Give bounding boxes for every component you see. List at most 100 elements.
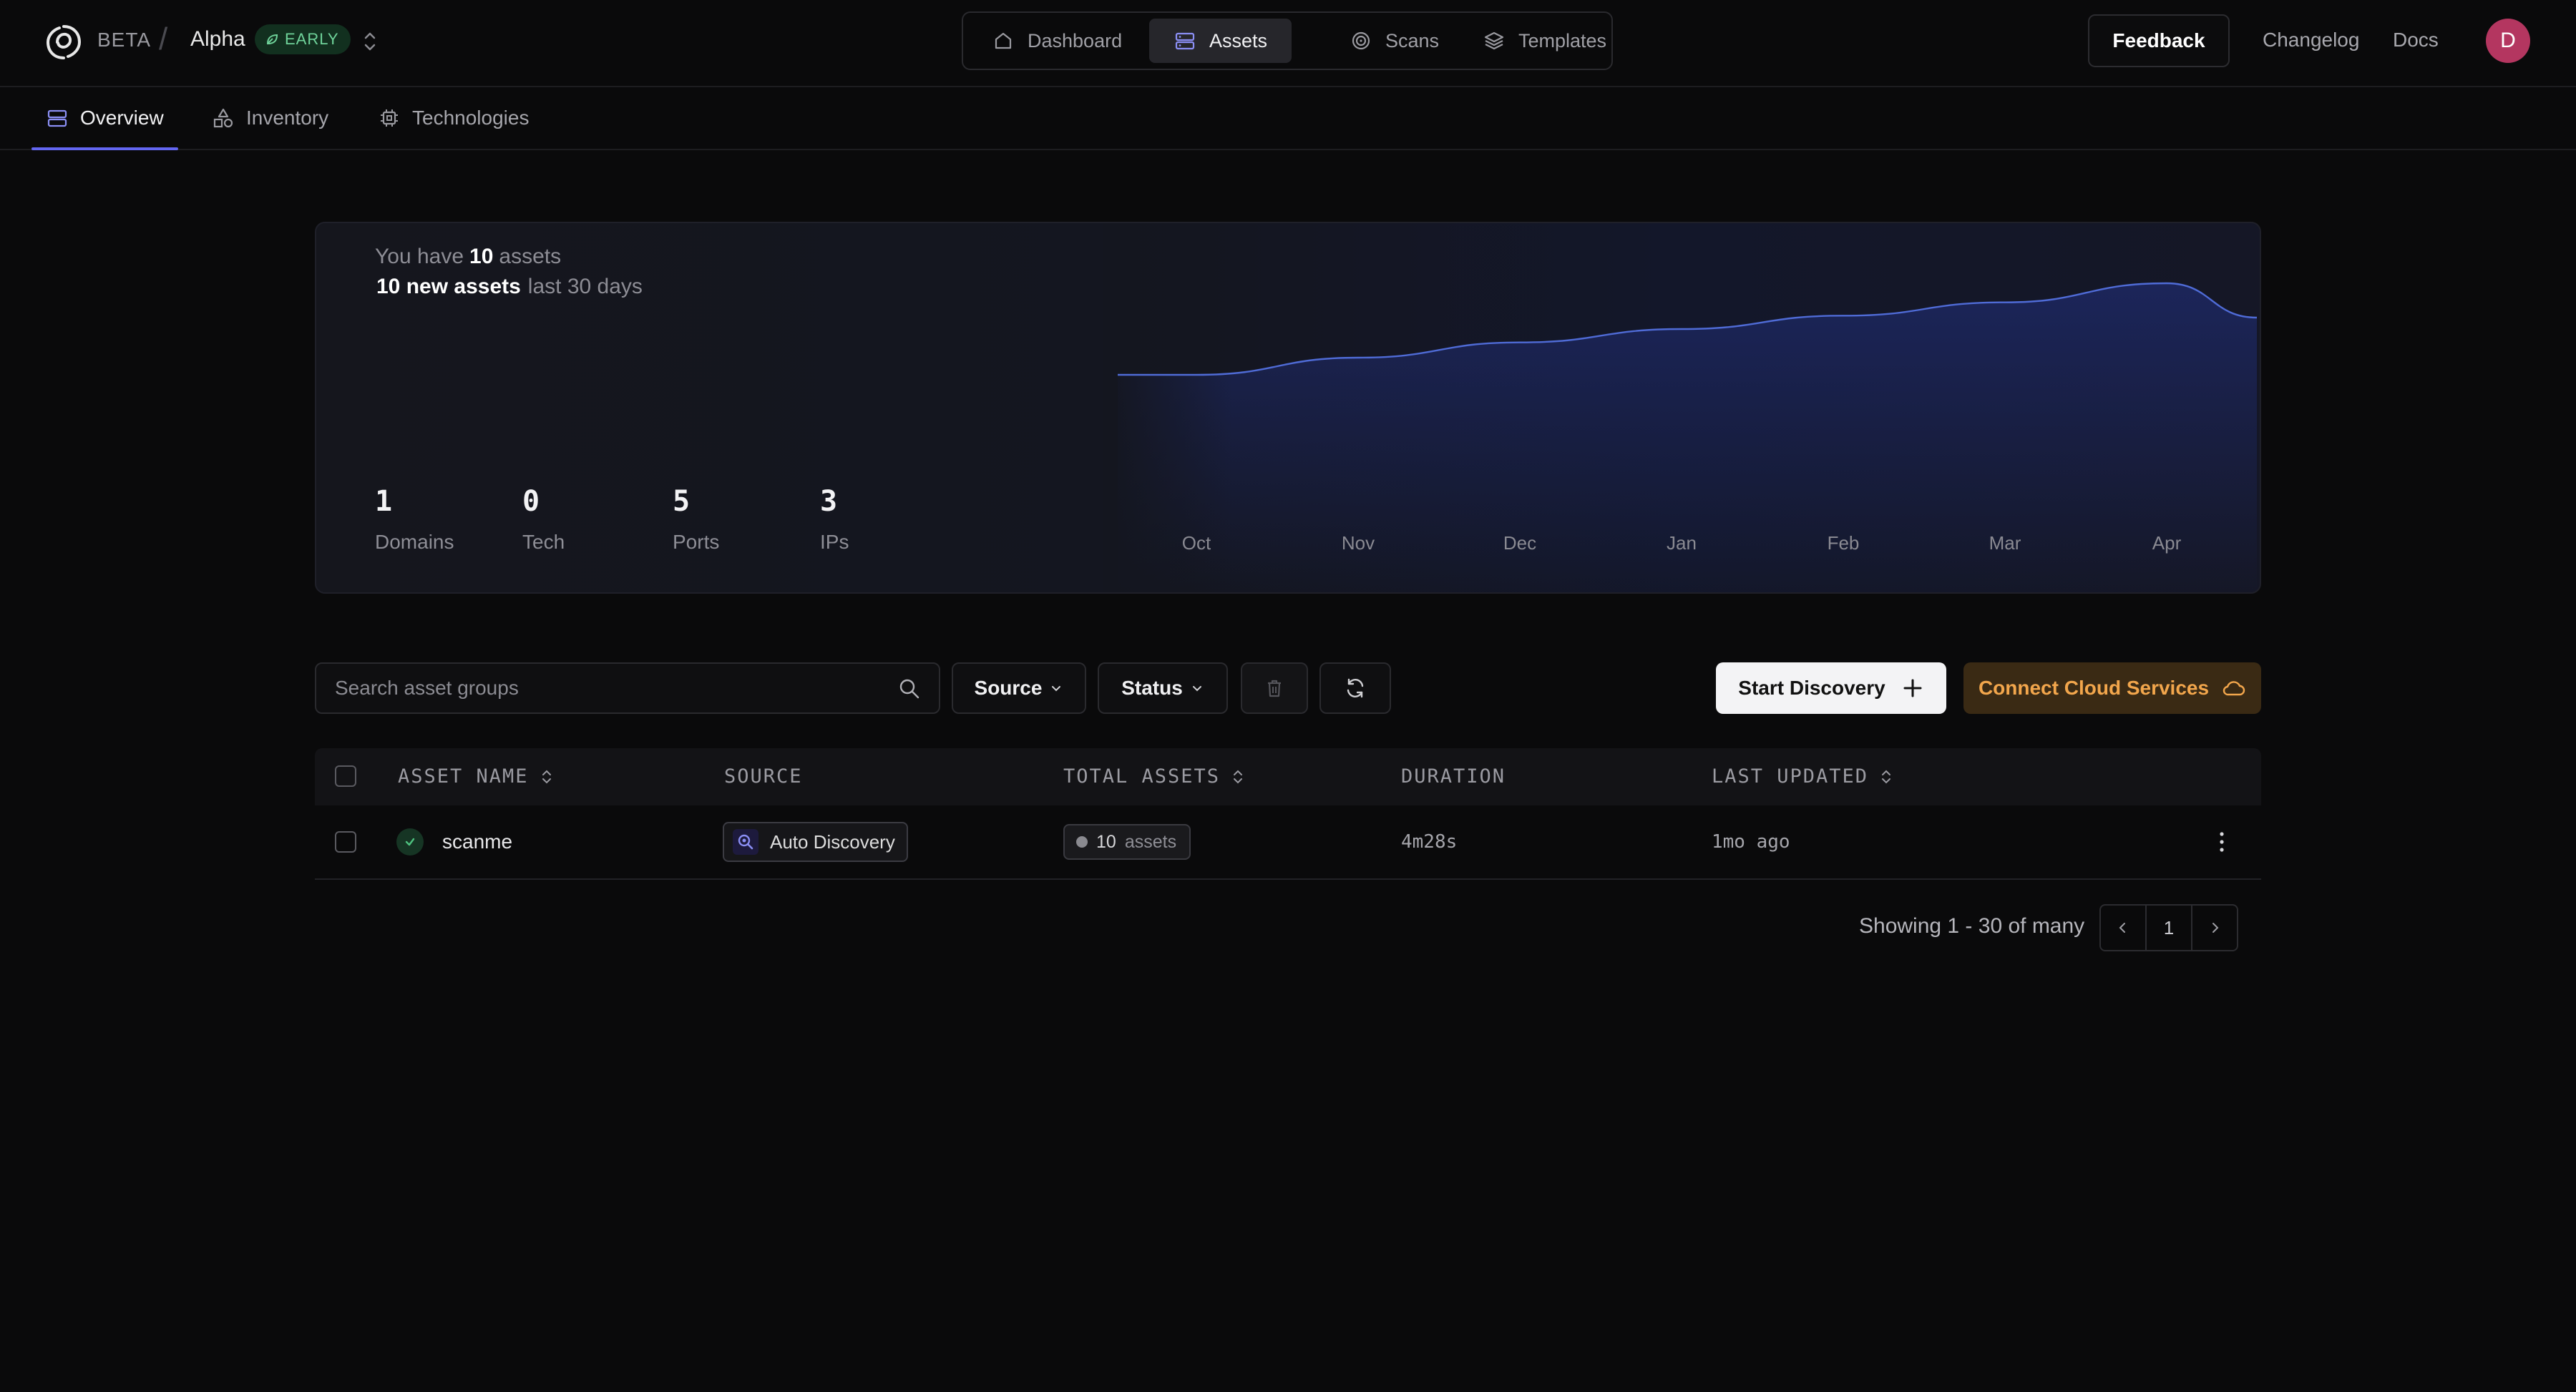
col-source-label: SOURCE [724,765,803,788]
row-menu-button[interactable] [2204,805,2240,878]
nav-templates[interactable]: Templates [1458,19,1631,63]
pagination: 1 [2099,904,2238,951]
asset-name: scanme [442,830,513,853]
stat-label: Tech [522,531,565,553]
nav-scans-label: Scans [1385,29,1440,52]
refresh-icon [1343,676,1367,700]
leaf-icon [265,32,279,46]
chevron-right-icon [2207,921,2222,935]
duration-cell: 4m28s [1401,831,1458,853]
page-number-button[interactable]: 1 [2145,906,2191,950]
next-page-button[interactable] [2191,906,2237,950]
stat-tech: 0 Tech [522,485,565,554]
stat-label: Domains [375,531,454,553]
asset-count-badge: 10 assets [1063,824,1191,860]
workspace-name[interactable]: Alpha [190,27,245,52]
nav-templates-label: Templates [1518,29,1607,52]
stat-label: Ports [673,531,720,553]
layers-icon [1483,29,1506,52]
nav-assets[interactable]: Assets [1149,19,1292,63]
trash-icon [1263,677,1286,700]
source-badge: Auto Discovery [723,822,908,862]
more-vertical-icon [2218,830,2225,854]
new-assets-period: last 30 days [527,275,643,298]
x-tick-label: Mar [1989,532,2021,554]
changelog-link[interactable]: Changelog [2263,29,2359,52]
assets-word: assets [499,245,562,268]
nav-scans[interactable]: Scans [1325,19,1463,63]
chevron-down-icon [1190,681,1204,695]
app-logo-icon[interactable] [44,23,83,62]
status-filter-button[interactable]: Status [1098,662,1228,714]
shapes-icon [212,107,235,129]
x-tick-label: Oct [1182,532,1211,554]
feedback-button[interactable]: Feedback [2088,14,2230,67]
chip-icon [378,107,401,129]
chart-fade-overlay [1103,223,1232,592]
nav-dashboard-label: Dashboard [1028,29,1123,52]
total-assets-cell: 10 assets [1063,805,1191,878]
assets-summary-card: Oct Nov Dec Jan Feb Mar Apr You have 10 assets 1… [315,222,2261,594]
col-total-assets-label: TOTAL ASSETS [1063,765,1221,788]
workspace-switch-icon[interactable] [359,27,381,56]
sub-tabs: Overview Inventory Technologies [0,87,2576,150]
asset-total-text: You have 10 assets [375,245,561,269]
sort-icon [1231,768,1244,786]
row-checkbox[interactable] [335,805,356,878]
sort-icon [1880,768,1893,786]
col-duration: DURATION [1401,765,1506,788]
x-tick-label: Nov [1342,532,1375,554]
chevron-down-icon [1049,681,1063,695]
col-source: SOURCE [724,765,803,788]
target-icon [1350,29,1372,52]
tab-technologies[interactable]: Technologies [378,87,529,149]
start-discovery-label: Start Discovery [1738,677,1885,699]
x-tick-label: Feb [1828,532,1860,554]
last-updated-cell: 1mo ago [1712,831,1790,853]
tab-technologies-label: Technologies [412,107,530,129]
delete-button[interactable] [1241,662,1308,714]
x-tick-label: Apr [2152,532,2182,554]
source-cell: Auto Discovery [723,805,908,878]
asset-count: 10 [469,245,494,268]
stat-ips: 3 IPs [820,485,849,554]
you-have-label: You have [375,245,464,268]
search-input[interactable] [333,676,880,700]
table-header: ASSET NAME SOURCE TOTAL ASSETS DURATION … [315,748,2261,805]
col-total-assets[interactable]: TOTAL ASSETS [1063,765,1244,788]
tab-overview[interactable]: Overview [31,87,178,150]
stat-ports: 5 Ports [673,485,719,554]
docs-link[interactable]: Docs [2393,29,2439,52]
x-tick-label: Jan [1667,532,1697,554]
source-label: Auto Discovery [770,830,895,853]
source-filter-button[interactable]: Source [952,662,1086,714]
search-icon[interactable] [897,677,922,701]
prev-page-button[interactable] [2101,906,2145,950]
cloud-icon [2222,677,2246,699]
col-asset-name-label: ASSET NAME [398,765,529,788]
col-asset-name[interactable]: ASSET NAME [398,765,553,788]
pagination-summary: Showing 1 - 30 of many [1859,914,2085,938]
start-discovery-button[interactable]: Start Discovery [1716,662,1946,714]
avatar[interactable]: D [2486,19,2530,63]
stat-value: 0 [522,485,540,518]
new-assets-text: 10 new assets last 30 days [376,275,643,299]
tab-inventory[interactable]: Inventory [212,87,328,149]
col-duration-label: DURATION [1401,765,1506,788]
refresh-button[interactable] [1319,662,1391,714]
stat-value: 5 [673,485,691,518]
col-last-updated[interactable]: LAST UPDATED [1712,765,1893,788]
tab-inventory-label: Inventory [246,107,329,129]
asset-name-cell[interactable]: scanme [396,805,512,878]
x-tick-label: Dec [1503,532,1536,554]
check-circle-icon [396,828,424,856]
source-filter-label: Source [974,677,1043,699]
table-row[interactable]: scanme Auto Discovery 10 assets 4m28s 1m… [315,805,2261,880]
connect-cloud-button[interactable]: Connect Cloud Services [1963,662,2261,714]
nav-dashboard[interactable]: Dashboard [967,19,1146,63]
select-all-checkbox[interactable] [335,765,356,787]
main-nav: Dashboard Assets Scans Templates [962,11,1613,70]
top-bar: BETA / Alpha EARLY Dashboard Assets Scan… [0,0,2576,87]
stat-value: 3 [820,485,838,518]
overview-icon [46,107,69,129]
